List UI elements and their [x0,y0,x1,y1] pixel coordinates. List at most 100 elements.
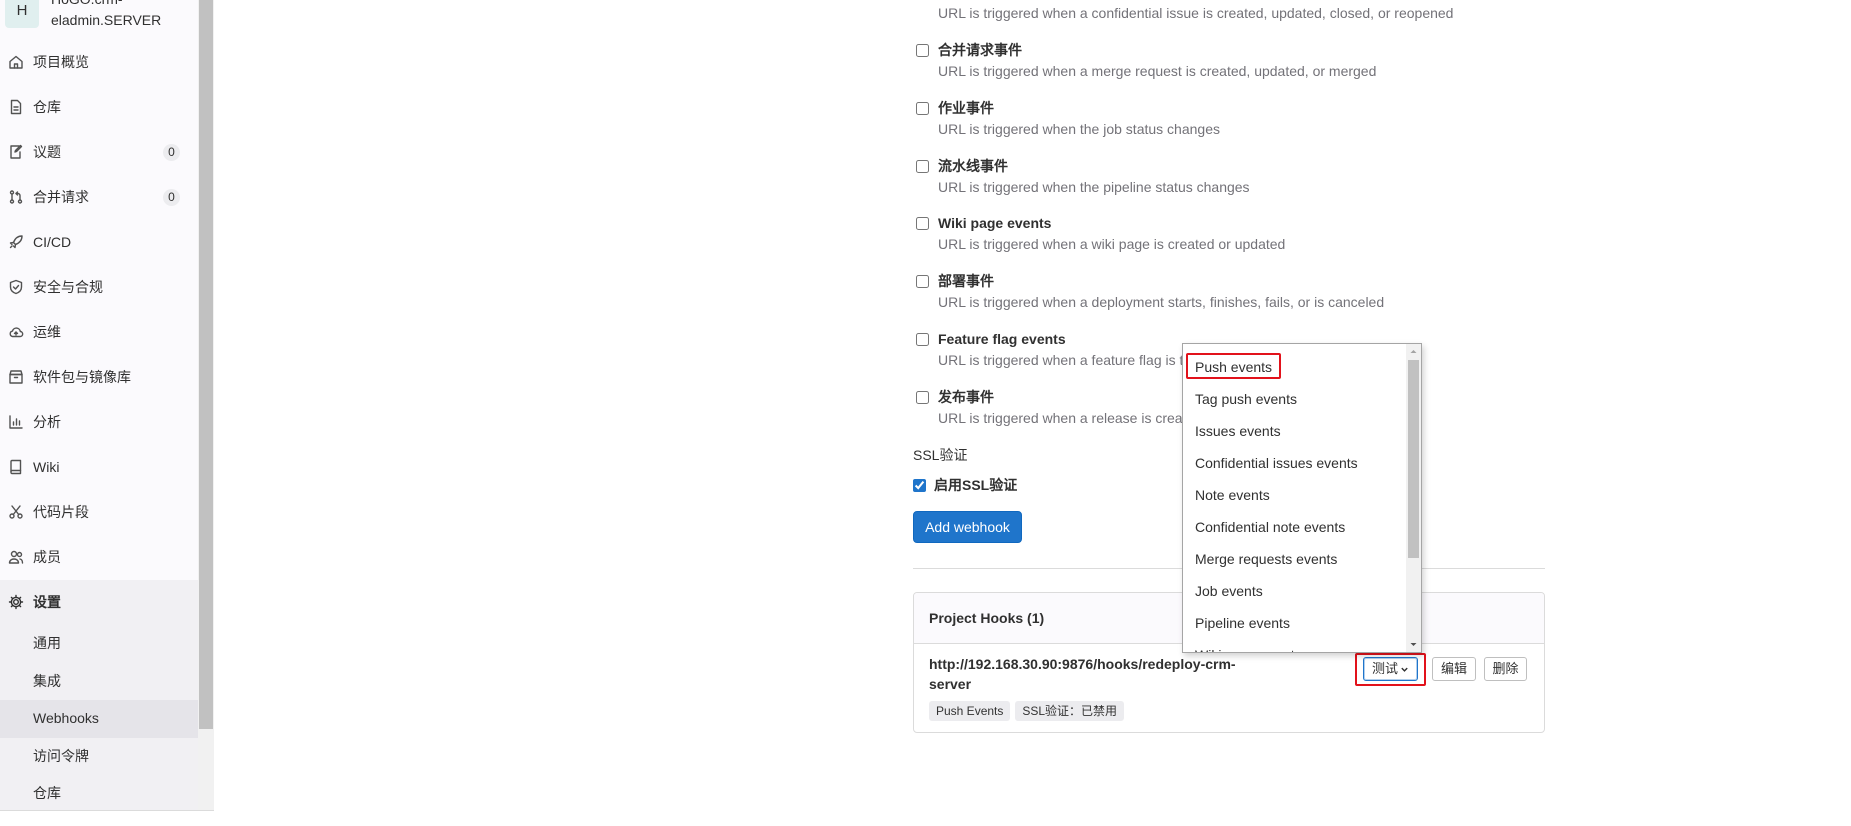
sidebar-subitem-repository[interactable]: 仓库 [0,775,198,810]
home-icon [9,55,23,69]
add-webhook-button[interactable]: Add webhook [913,511,1022,543]
sidebar-item-repository[interactable]: 仓库 [0,85,198,130]
test-event-dropdown-list[interactable]: Push events Tag push events Issues event… [1182,343,1422,653]
shield-icon [9,279,23,295]
chevron-down-icon [1401,667,1408,672]
edit-hook-button[interactable]: 编辑 [1432,657,1476,681]
deployment-events-description: URL is triggered when a deployment start… [938,294,1385,310]
wiki-page-events-label[interactable]: Wiki page events [938,213,1051,233]
issues-icon [10,144,23,159]
test-option-tag-push-events[interactable]: Tag push events [1195,383,1297,415]
sidebar-item-label: 设置 [33,594,61,610]
sidebar-item-issues[interactable]: 议题 0 [0,130,198,175]
sidebar-item-label: 议题 [33,144,61,160]
sidebar-item-merge-requests[interactable]: 合并请求 0 [0,175,198,220]
feature-flag-events-description: URL is triggered when a feature flag is … [938,352,1184,368]
test-option-wiki-page-events[interactable]: Wiki page events [1195,639,1302,652]
test-option-pipeline-events[interactable]: Pipeline events [1195,607,1290,639]
job-events-description: URL is triggered when the job status cha… [938,121,1220,137]
merge-request-events-checkbox[interactable] [916,43,929,57]
project-name-line1[interactable]: HoGO.crm- [51,0,123,9]
sidebar-item-wiki[interactable]: Wiki [0,445,198,490]
sidebar-item-label: 软件包与镜像库 [33,369,131,385]
wiki-page-events-description: URL is triggered when a wiki page is cre… [938,236,1286,252]
document-icon [10,99,22,115]
sidebar-collapse-area[interactable] [0,810,214,826]
sidebar-subitem-access-tokens[interactable]: 访问令牌 [0,738,198,776]
sidebar-subitem-integrations[interactable]: 集成 [0,663,198,701]
chart-icon [9,415,23,429]
enable-ssl-verification-label[interactable]: 启用SSL验证 [934,475,1017,495]
dropdown-scrollbar[interactable] [1406,344,1421,652]
sidebar-subitem-label: 仓库 [33,785,61,801]
pipeline-events-checkbox[interactable] [916,159,929,173]
scroll-down-arrow-icon[interactable] [1406,637,1421,652]
project-sidebar: H HoGO.crm- eladmin.SERVER 项目概览 仓库 议题 0 … [0,0,198,810]
pipeline-events-description: URL is triggered when the pipeline statu… [938,179,1250,195]
sidebar-item-operations[interactable]: 运维 [0,310,198,355]
job-events-checkbox[interactable] [916,101,929,115]
test-option-confidential-issues-events[interactable]: Confidential issues events [1195,447,1358,479]
merge-request-icon [9,190,23,204]
sidebar-item-packages-registries[interactable]: 软件包与镜像库 [0,355,198,400]
feature-flag-events-checkbox[interactable] [916,332,929,346]
sidebar-item-label: 成员 [33,549,61,565]
deployment-events-label[interactable]: 部署事件 [938,271,994,291]
sidebar-subitem-webhooks[interactable]: Webhooks [0,700,198,738]
rocket-icon [9,235,23,249]
sidebar-item-analytics[interactable]: 分析 [0,400,198,445]
sidebar-subitem-label: 集成 [33,672,61,689]
release-events-description: URL is triggered when a release is creat [938,410,1187,426]
sidebar-item-label: 合并请求 [33,189,89,205]
scroll-up-arrow-icon[interactable] [1406,344,1421,359]
test-option-issues-events[interactable]: Issues events [1195,415,1281,447]
release-events-label[interactable]: 发布事件 [938,387,994,407]
test-option-note-events[interactable]: Note events [1195,479,1270,511]
sidebar-subitem-label: 通用 [33,635,61,651]
push-events-badge: Push Events [929,701,1011,721]
job-events-label[interactable]: 作业事件 [938,98,994,118]
sidebar-item-label: 运维 [33,324,61,340]
sidebar-item-settings[interactable]: 设置 [0,580,198,625]
sidebar-subitem-label: 访问令牌 [33,747,89,764]
sidebar-item-snippets[interactable]: 代码片段 [0,490,198,535]
project-hooks-title: Project Hooks (1) [929,610,1045,626]
test-option-confidential-note-events[interactable]: Confidential note events [1195,511,1345,543]
enable-ssl-verification-checkbox[interactable] [913,478,926,492]
sidebar-item-label: 项目概览 [33,54,89,70]
project-name-line2[interactable]: eladmin.SERVER [51,10,161,30]
issues-count-badge: 0 [163,144,180,161]
test-option-push-events[interactable]: Push events [1195,351,1272,383]
dropdown-scrollbar-thumb[interactable] [1408,360,1419,558]
sidebar-item-label: CI/CD [33,234,72,250]
test-hook-dropdown-button[interactable]: 测试 [1363,657,1418,681]
sidebar-item-overview[interactable]: 项目概览 [0,40,198,85]
pipeline-events-label[interactable]: 流水线事件 [938,156,1008,176]
deployment-events-checkbox[interactable] [916,274,929,288]
gear-icon [8,594,24,610]
confidential-issues-description: URL is triggered when a confidential iss… [938,5,1454,21]
sidebar-item-label: 安全与合规 [33,279,103,295]
wiki-page-events-checkbox[interactable] [916,216,929,230]
hook-url: http://192.168.30.90:9876/hooks/redeploy… [929,656,1236,692]
cloud-icon [9,327,24,338]
sidebar-item-label: 代码片段 [33,504,89,520]
sidebar-item-label: Wiki [33,459,60,475]
project-avatar[interactable]: H [5,0,39,28]
sidebar-item-security-compliance[interactable]: 安全与合规 [0,265,198,310]
sidebar-subitem-general[interactable]: 通用 [0,625,198,663]
test-option-job-events[interactable]: Job events [1195,575,1263,607]
merge-request-events-label[interactable]: 合并请求事件 [938,40,1022,60]
package-icon [9,370,23,384]
test-option-merge-requests-events[interactable]: Merge requests events [1195,543,1337,575]
sidebar-item-members[interactable]: 成员 [0,535,198,580]
release-events-checkbox[interactable] [916,390,929,404]
delete-hook-button[interactable]: 删除 [1484,657,1527,681]
sidebar-item-ci-cd[interactable]: CI/CD [0,220,198,265]
sidebar-scrollbar-thumb[interactable] [199,0,213,729]
book-icon [10,459,22,475]
test-button-label: 测试 [1371,661,1398,676]
scissors-icon [9,505,23,519]
feature-flag-events-label[interactable]: Feature flag events [938,329,1066,349]
sidebar-item-label: 分析 [33,414,61,430]
